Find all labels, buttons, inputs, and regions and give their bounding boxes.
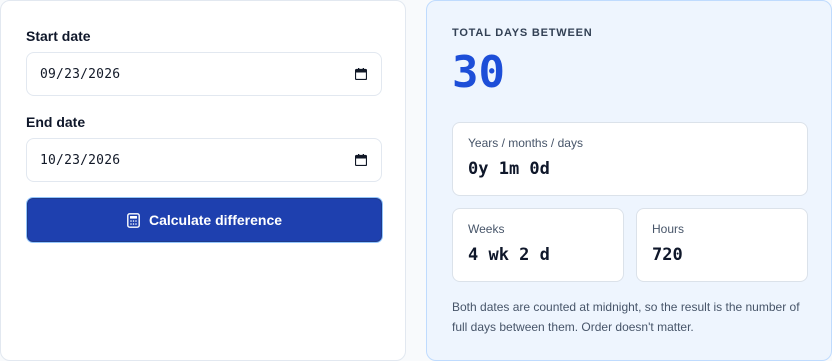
total-days-label: TOTAL DAYS BETWEEN [452, 27, 593, 39]
calendar-icon[interactable] [355, 154, 367, 166]
calendar-icon[interactable] [355, 68, 367, 80]
start-date-value: 09/23/2026 [40, 66, 121, 82]
weeks-box: Weeks 4 wk 2 d [452, 208, 624, 282]
ymd-value: 0y 1m 0d [468, 159, 550, 179]
ymd-label: Years / months / days [468, 136, 583, 150]
ymd-box: Years / months / days 0y 1m 0d [452, 122, 808, 196]
date-form-card: Start date 09/23/2026 End date 10/23/202… [0, 0, 406, 361]
result-panel: TOTAL DAYS BETWEEN 30 Years / months / d… [426, 0, 832, 361]
weeks-value: 4 wk 2 d [468, 245, 550, 265]
end-date-input[interactable]: 10/23/2026 [26, 138, 382, 182]
end-date-label: End date [26, 114, 86, 130]
hours-box: Hours 720 [636, 208, 808, 282]
start-date-label: Start date [26, 28, 91, 44]
calculate-difference-button[interactable]: Calculate difference [26, 197, 383, 243]
calculate-difference-label: Calculate difference [148, 212, 283, 228]
hours-value: 720 [652, 245, 683, 265]
start-date-input[interactable]: 09/23/2026 [26, 52, 382, 96]
end-date-value: 10/23/2026 [40, 152, 121, 168]
calculator-icon [127, 212, 140, 228]
weeks-label: Weeks [468, 222, 505, 236]
hours-label: Hours [652, 222, 685, 236]
total-days-value: 30 [452, 47, 505, 98]
result-note: Both dates are counted at midnight, so t… [452, 300, 800, 334]
